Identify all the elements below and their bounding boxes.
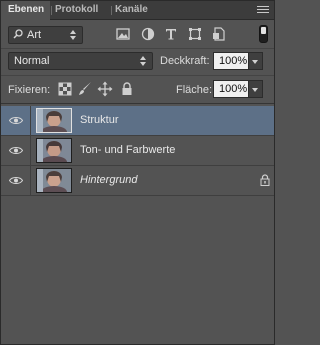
updown-arrows-icon — [140, 56, 147, 66]
column-separator — [30, 166, 31, 195]
type-filter-icon[interactable] — [163, 26, 179, 42]
pixel-filter-icon[interactable] — [115, 26, 131, 42]
layer-name[interactable]: Struktur — [80, 114, 119, 126]
layer-row-struktur[interactable]: Struktur — [1, 106, 274, 136]
adjustment-filter-icon[interactable] — [140, 26, 156, 42]
layer-thumbnail[interactable] — [36, 168, 72, 193]
tab-kanaele[interactable]: Kanäle — [115, 1, 155, 20]
layer-thumbnail-image — [37, 169, 71, 192]
panel-menu-icon[interactable] — [257, 4, 269, 16]
filter-toggle-switch[interactable] — [259, 25, 268, 43]
lock-transparent-icon[interactable] — [57, 81, 73, 97]
layer-filter-select[interactable]: Art — [8, 26, 83, 44]
divider — [1, 103, 274, 104]
lock-label: Fixieren: — [8, 84, 51, 96]
layer-filter-value: Art — [27, 29, 42, 41]
fill-label: Fläche: — [176, 84, 213, 96]
panel-tab-bar: Ebenen Protokoll Kanäle — [1, 1, 274, 21]
divider — [1, 48, 274, 49]
column-separator — [30, 106, 31, 135]
lock-position-icon[interactable] — [97, 81, 113, 97]
tab-ebenen[interactable]: Ebenen — [1, 1, 50, 21]
eye-icon[interactable] — [9, 146, 23, 155]
opacity-dropdown-button[interactable] — [249, 52, 263, 70]
layer-thumbnail-image — [37, 109, 71, 132]
layers-empty-area — [1, 196, 274, 344]
search-icon — [13, 29, 23, 39]
lock-image-icon[interactable] — [77, 81, 93, 97]
divider — [1, 75, 274, 76]
eye-icon[interactable] — [9, 116, 23, 125]
layer-row-ton-und-farbwerte[interactable]: Ton- und Farbwerte — [1, 136, 274, 166]
eye-icon[interactable] — [9, 176, 23, 185]
fill-dropdown-button[interactable] — [249, 80, 263, 98]
blend-mode-select[interactable]: Normal — [8, 52, 153, 70]
layer-thumbnail[interactable] — [36, 108, 72, 133]
fill-input[interactable]: 100% — [213, 80, 249, 98]
tab-separator — [111, 6, 112, 15]
smart-object-filter-icon[interactable] — [211, 26, 227, 42]
layer-row-hintergrund[interactable]: Hintergrund — [1, 166, 274, 196]
opacity-input[interactable]: 100% — [213, 52, 249, 70]
layer-thumbnail[interactable] — [36, 138, 72, 163]
layer-name[interactable]: Hintergrund — [80, 174, 137, 186]
layers-panel: Ebenen Protokoll Kanäle Art Normal Deckk… — [0, 0, 275, 345]
blend-mode-value: Normal — [14, 55, 50, 67]
tab-separator — [51, 6, 52, 15]
column-separator — [30, 136, 31, 165]
tab-protokoll[interactable]: Protokoll — [55, 1, 113, 20]
lock-icon — [260, 174, 270, 186]
opacity-label: Deckkraft: — [160, 55, 210, 67]
updown-arrows-icon — [70, 30, 77, 40]
layer-thumbnail-image — [37, 139, 71, 162]
layer-name[interactable]: Ton- und Farbwerte — [80, 144, 175, 156]
shape-filter-icon[interactable] — [187, 26, 203, 42]
lock-all-icon[interactable] — [119, 81, 135, 97]
